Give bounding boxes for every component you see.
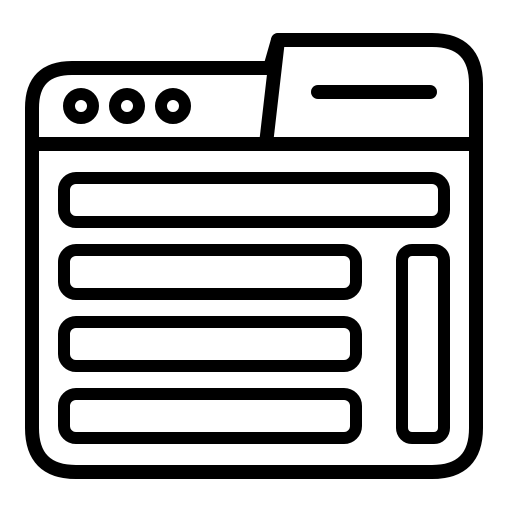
browser-window-icon <box>0 0 512 512</box>
sidebar-panel <box>396 244 450 444</box>
browser-window-svg <box>25 33 483 479</box>
content-bar-top <box>58 172 450 228</box>
content-bar <box>58 244 362 300</box>
window-dot-icon <box>155 88 191 124</box>
content-bar <box>58 316 362 372</box>
window-dot-icon <box>63 88 99 124</box>
window-dot-icon <box>109 88 145 124</box>
content-bar <box>58 388 362 444</box>
